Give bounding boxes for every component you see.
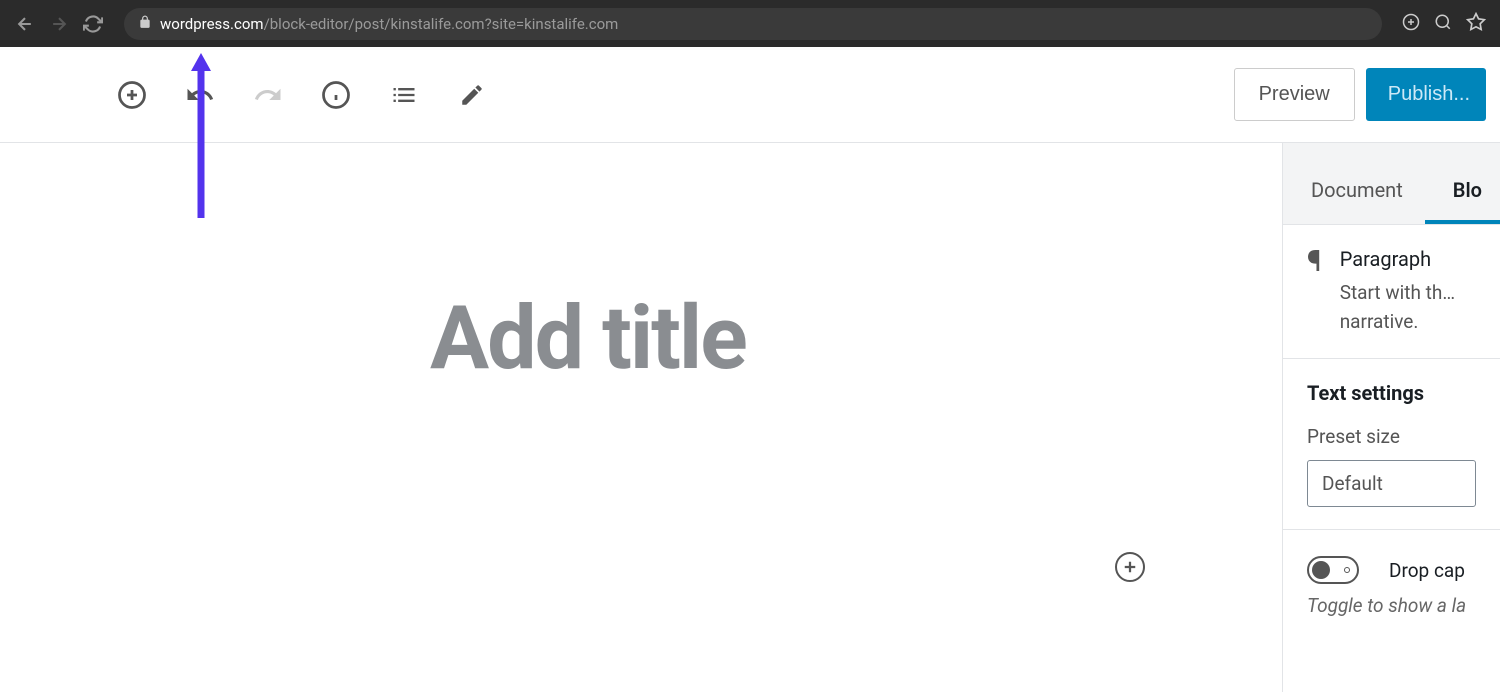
paragraph-icon: ¶	[1307, 247, 1322, 336]
favorite-icon[interactable]	[1466, 12, 1486, 36]
settings-sidebar: Document Blo ¶ Paragraph Start with th… …	[1282, 143, 1500, 692]
drop-cap-label: Drop cap	[1389, 559, 1465, 582]
browser-chrome: wordpress.com/block-editor/post/kinstali…	[0, 0, 1500, 47]
lock-icon	[138, 15, 152, 33]
address-bar[interactable]: wordpress.com/block-editor/post/kinstali…	[124, 8, 1382, 40]
text-settings-section: Text settings Preset size Default	[1283, 359, 1500, 530]
url-domain: wordpress.com	[160, 15, 264, 33]
block-name: Paragraph	[1340, 247, 1476, 271]
drop-cap-section: Drop cap Toggle to show a la	[1283, 530, 1500, 627]
publish-button[interactable]: Publish...	[1366, 68, 1486, 121]
text-settings-heading: Text settings	[1307, 381, 1476, 405]
reload-button[interactable]	[82, 13, 104, 35]
forward-button[interactable]	[48, 13, 70, 35]
preset-size-label: Preset size	[1307, 425, 1476, 448]
block-info-section: ¶ Paragraph Start with th… narrative.	[1283, 225, 1500, 359]
zoom-icon[interactable]	[1434, 13, 1452, 35]
annotation-arrow	[191, 53, 211, 218]
tab-document[interactable]: Document	[1283, 160, 1425, 224]
inline-add-block-button[interactable]	[1115, 552, 1145, 582]
preset-size-select[interactable]: Default	[1307, 460, 1476, 507]
tab-block[interactable]: Blo	[1425, 160, 1500, 224]
drop-cap-help: Toggle to show a la	[1307, 594, 1476, 617]
drop-cap-toggle[interactable]	[1307, 556, 1359, 584]
block-description: Start with th… narrative.	[1340, 279, 1476, 336]
title-input[interactable]: Add title	[430, 287, 1282, 390]
url-path: /block-editor/post/kinstalife.com?site=k…	[264, 15, 619, 33]
add-tab-icon[interactable]	[1402, 13, 1420, 35]
sidebar-tabs: Document Blo	[1283, 143, 1500, 225]
back-button[interactable]	[14, 13, 36, 35]
